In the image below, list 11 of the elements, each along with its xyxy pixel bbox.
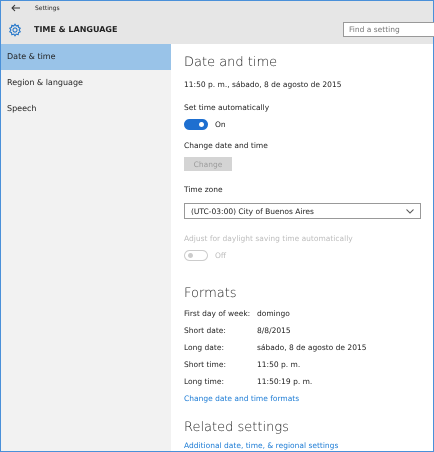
back-arrow-icon[interactable]	[11, 4, 21, 12]
section-title: TIME & LANGUAGE	[34, 25, 118, 34]
page-heading: Date and time	[184, 55, 278, 70]
sidebar-item[interactable]: Speech	[1, 96, 171, 122]
sidebar-item[interactable]: Date & time	[1, 44, 171, 70]
toggle-switch[interactable]	[184, 119, 208, 130]
sidebar-item[interactable]: Region & language	[1, 70, 171, 96]
chevron-down-icon	[406, 208, 414, 214]
section-heading: Formats	[184, 286, 237, 301]
section-heading: Related settings	[184, 420, 289, 435]
gear-icon	[8, 22, 22, 36]
